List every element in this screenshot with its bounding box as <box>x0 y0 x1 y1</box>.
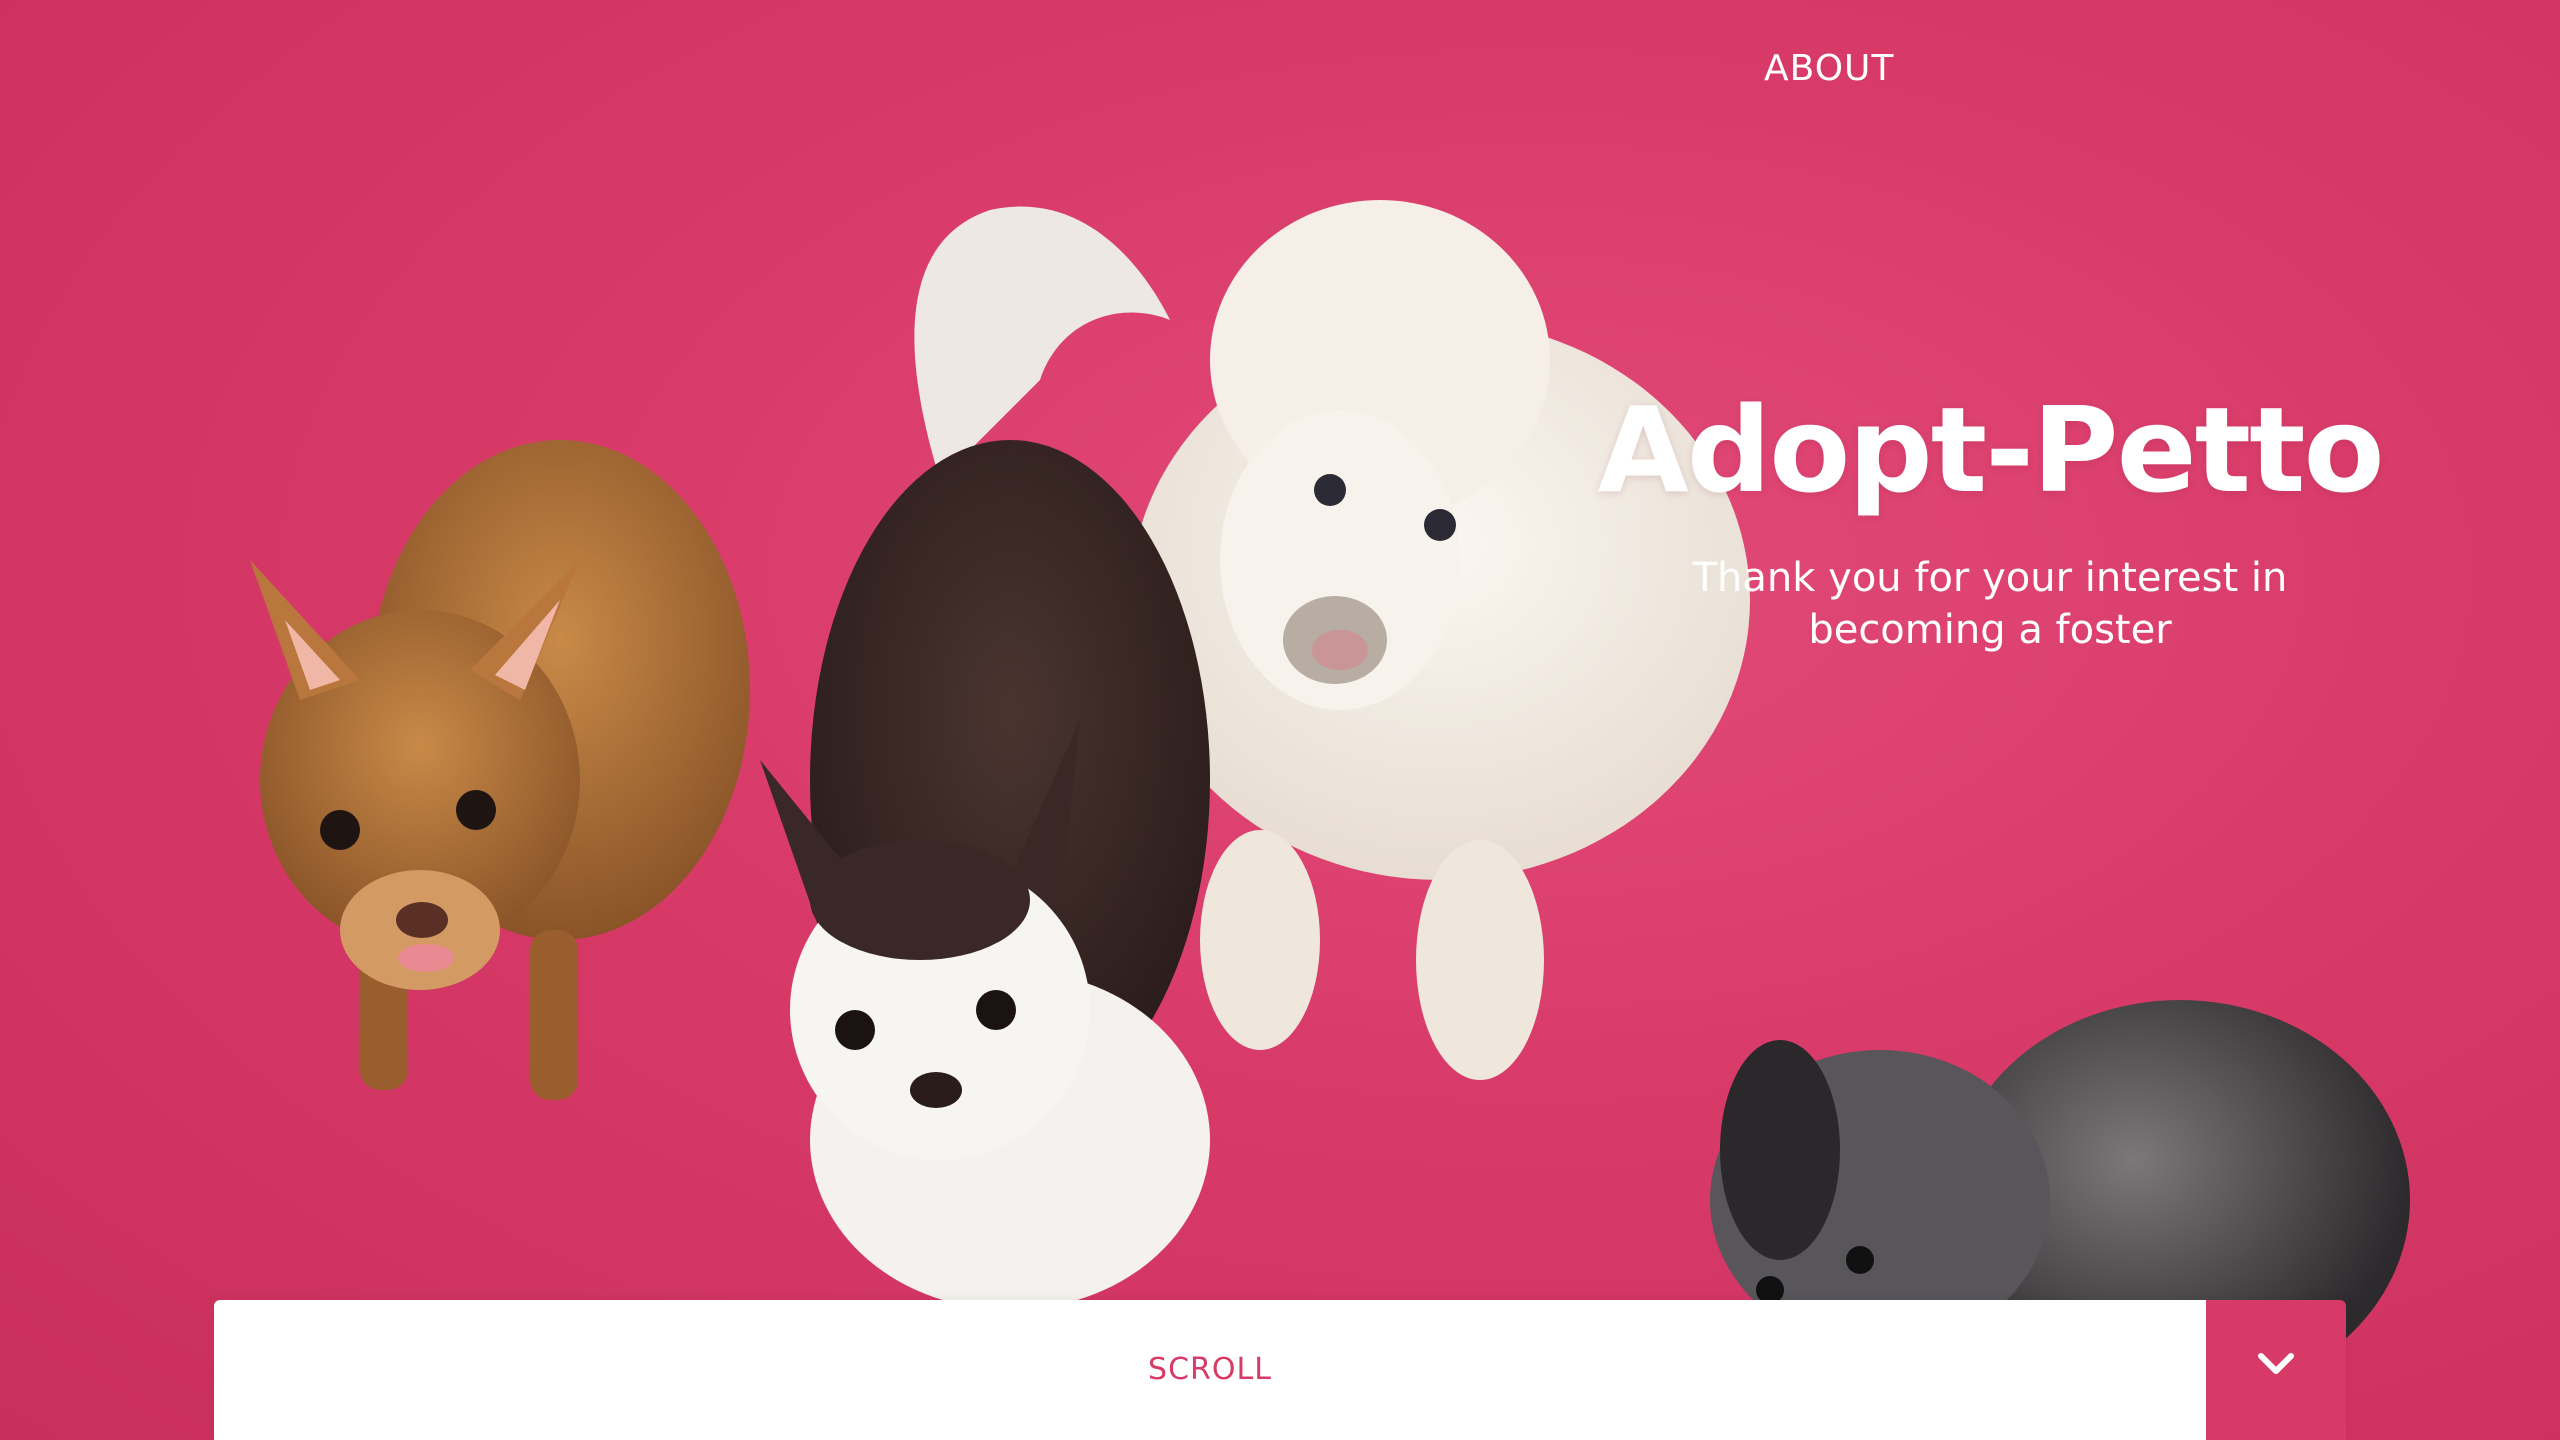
hero-text-block: Adopt-Petto Thank you for your interest … <box>1580 380 2400 656</box>
chevron-down-icon <box>2258 1353 2294 1374</box>
dogs-photo <box>250 200 2410 1400</box>
black-white-dog <box>760 440 1210 1310</box>
brown-dog <box>250 440 750 1100</box>
hero-subtitle: Thank you for your interest in becoming … <box>1692 555 2288 653</box>
hero-section: ABOUT Adopt-Petto Thank you for your int… <box>0 0 2560 1440</box>
scroll-bar: SCROLL <box>214 1300 2346 1440</box>
scroll-label: SCROLL <box>1148 1352 1272 1387</box>
scroll-label-box[interactable]: SCROLL <box>214 1300 2206 1440</box>
nav-about-link[interactable]: ABOUT <box>1764 48 1894 89</box>
site-title: Adopt-Petto <box>1597 381 2384 519</box>
dark-dog-tail <box>914 206 1170 480</box>
scroll-down-button[interactable] <box>2206 1300 2346 1440</box>
